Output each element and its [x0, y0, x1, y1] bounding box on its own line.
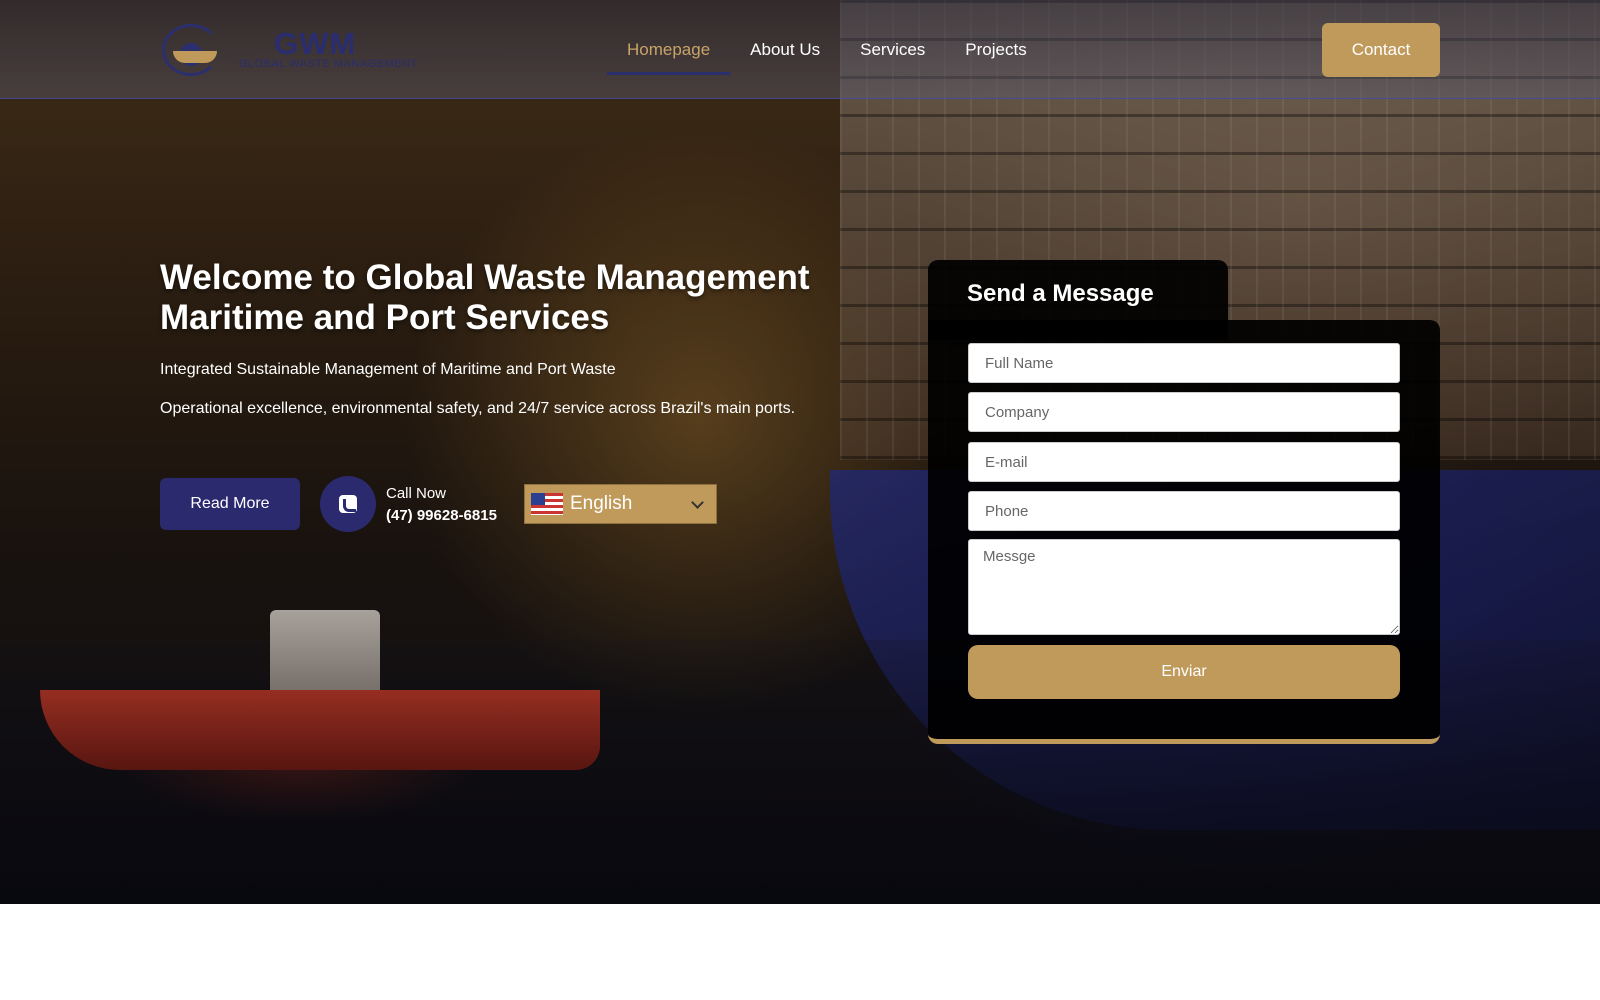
nav-item-services[interactable]: Services — [840, 38, 945, 74]
hero-title-line1: Welcome to Global Waste Management — [160, 258, 810, 297]
form-title: Send a Message — [967, 280, 1154, 307]
ship-logo-icon — [162, 24, 220, 76]
phone-icon — [339, 495, 357, 513]
hero-title-line2: Maritime and Port Services — [160, 298, 610, 337]
logo[interactable]: GWM GLOBAL WASTE MANAGEMENT — [162, 24, 417, 78]
logo-subtitle: GLOBAL WASTE MANAGEMENT — [239, 58, 418, 70]
site-header: GWM GLOBAL WASTE MANAGEMENT Homepage Abo… — [0, 0, 1600, 99]
nav-item-about-us[interactable]: About Us — [730, 38, 840, 74]
hero-title: Welcome to Global Waste Management Marit… — [160, 258, 860, 338]
full-name-field[interactable] — [968, 343, 1400, 383]
email-field[interactable] — [968, 442, 1400, 482]
hero-description: Operational excellence, environmental sa… — [160, 400, 796, 417]
call-now-label: Call Now — [386, 485, 447, 502]
chevron-down-icon — [691, 496, 704, 509]
us-flag-icon — [531, 493, 563, 515]
hero-subtitle: Integrated Sustainable Management of Mar… — [160, 361, 616, 378]
nav-item-projects[interactable]: Projects — [945, 38, 1046, 74]
nav-item-homepage[interactable]: Homepage — [607, 38, 731, 75]
company-field[interactable] — [968, 392, 1400, 432]
language-selector[interactable]: English — [524, 484, 717, 524]
language-label: English — [570, 493, 633, 514]
phone-field[interactable] — [968, 491, 1400, 531]
call-number[interactable]: (47) 99628-6815 — [386, 507, 497, 524]
main-nav: Homepage About Us Services Projects — [607, 38, 1047, 75]
read-more-button[interactable]: Read More — [160, 478, 300, 530]
message-field[interactable] — [968, 539, 1400, 635]
logo-title: GWM — [274, 26, 357, 61]
call-button[interactable] — [320, 476, 376, 532]
submit-button[interactable]: Enviar — [968, 645, 1400, 699]
contact-button[interactable]: Contact — [1322, 23, 1440, 77]
